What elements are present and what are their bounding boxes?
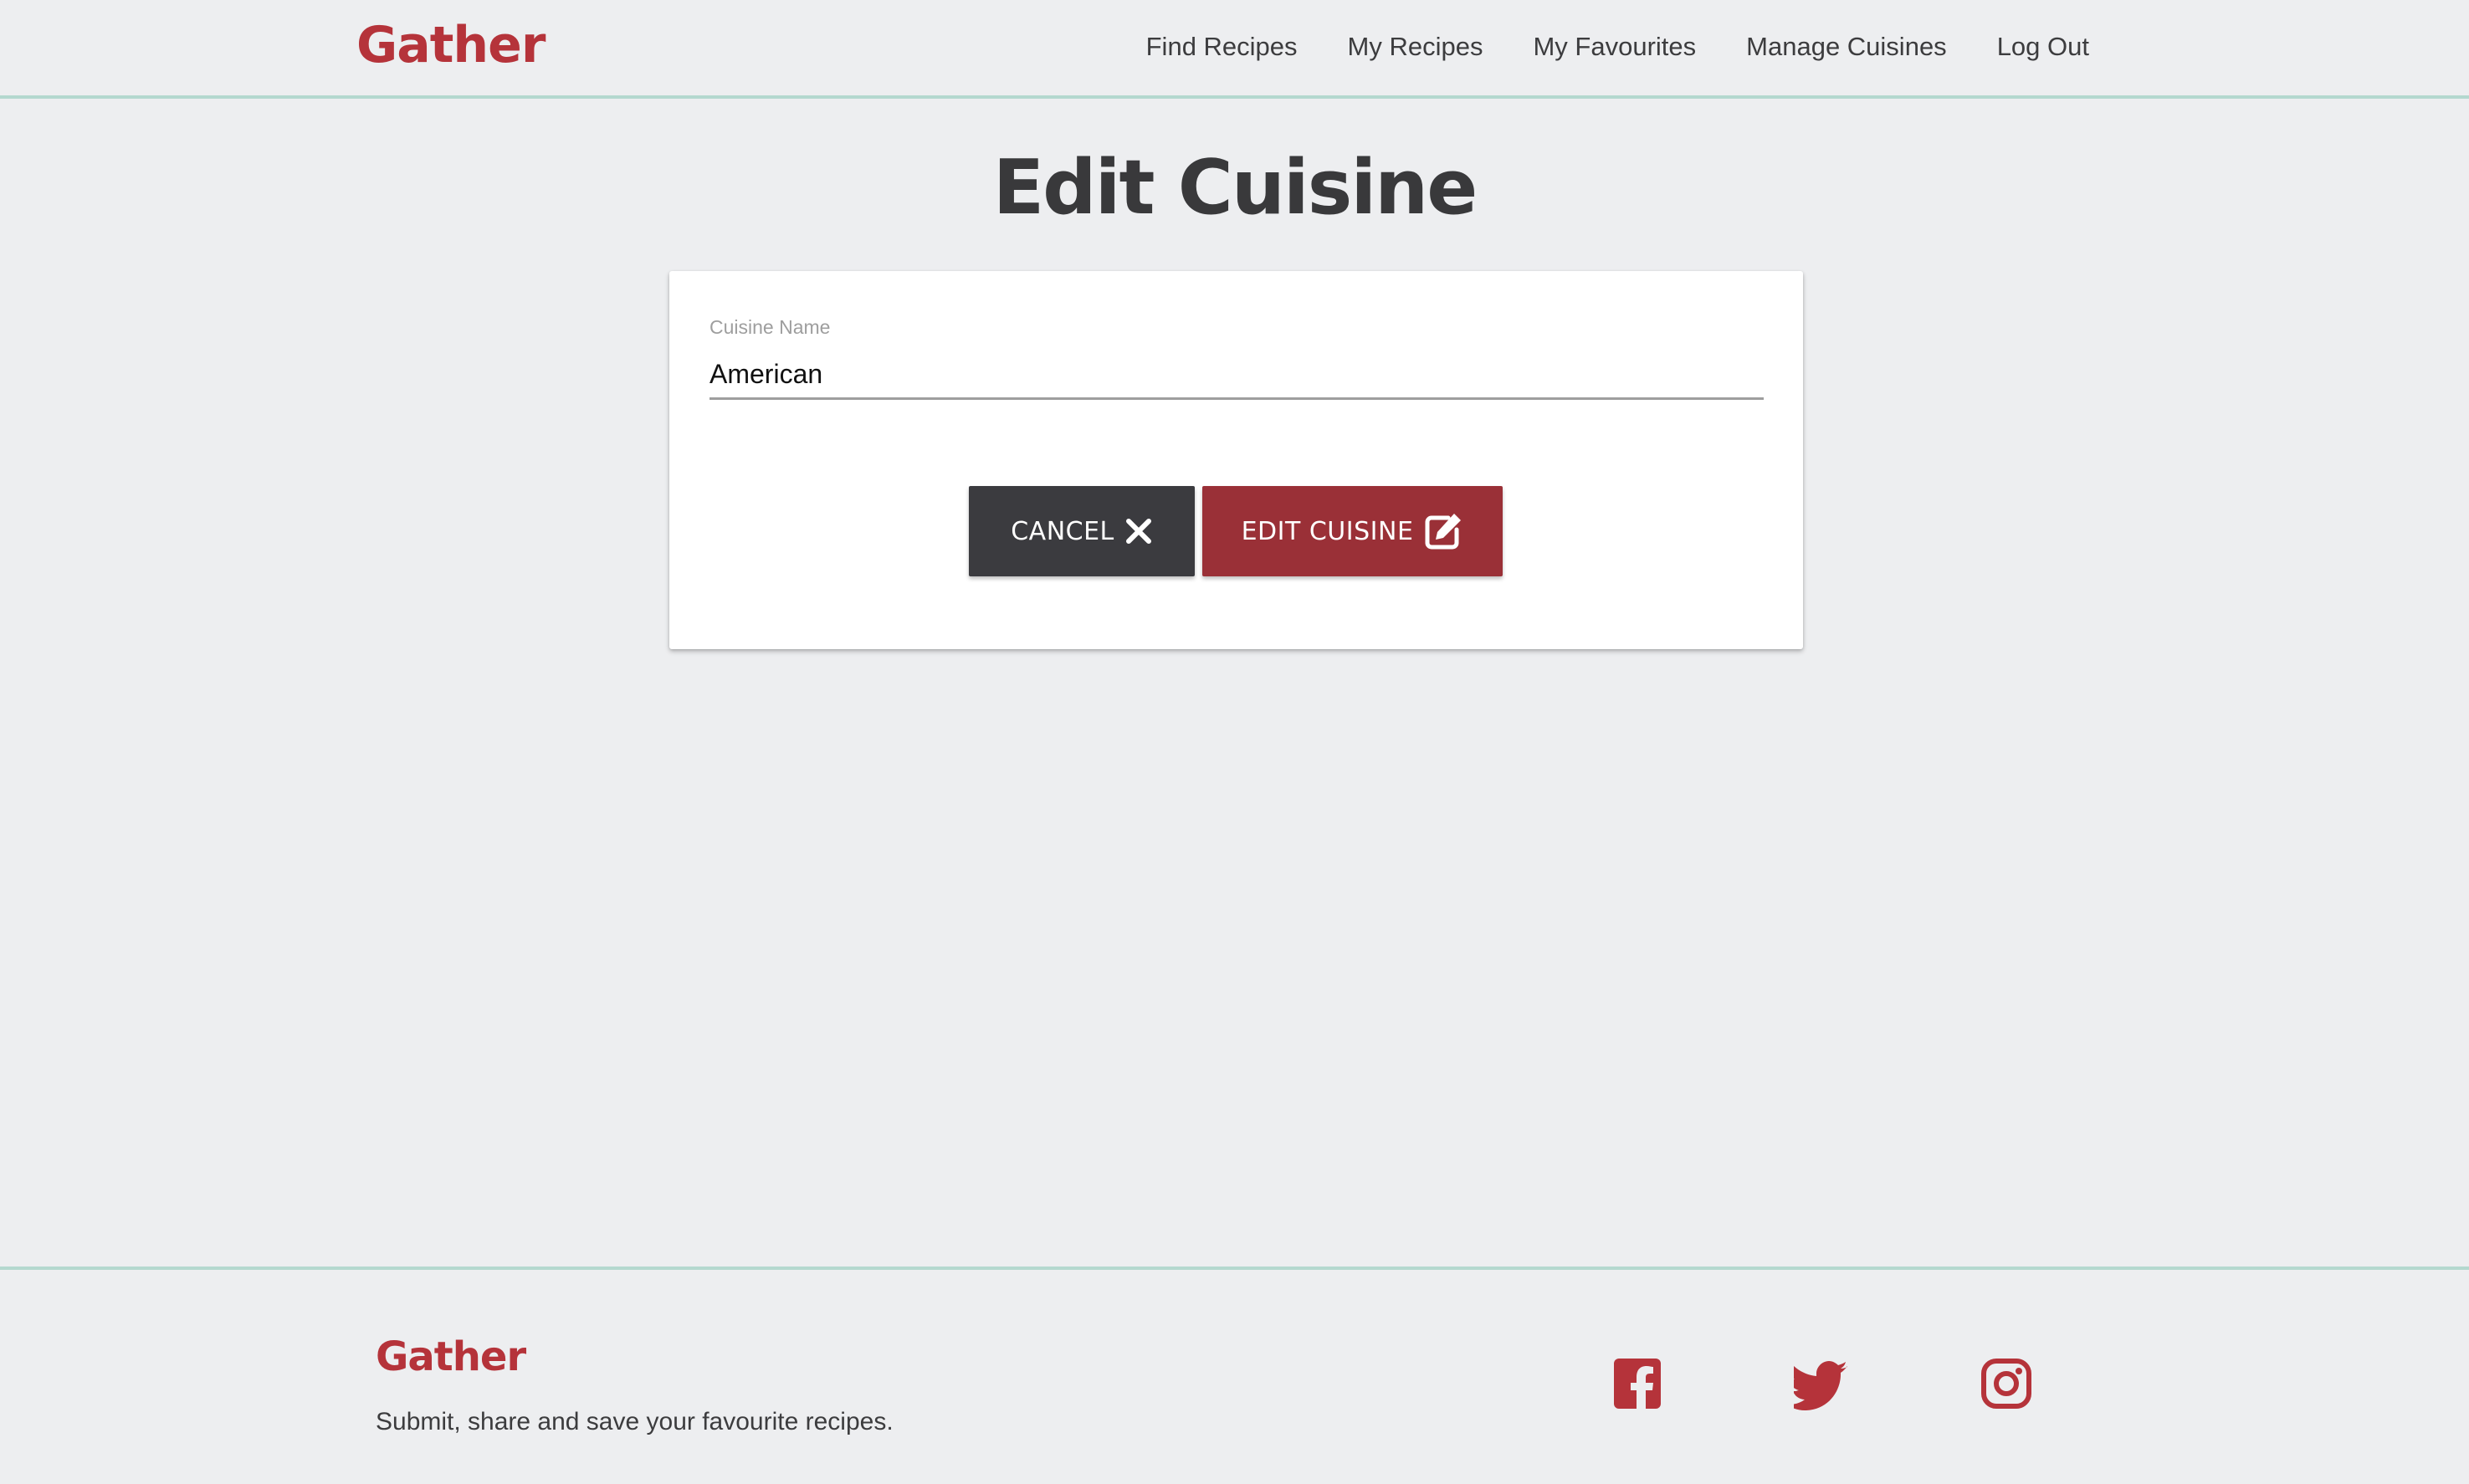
- nav-log-out[interactable]: Log Out: [1972, 23, 2089, 70]
- cancel-button[interactable]: CANCEL: [969, 486, 1195, 576]
- nav-my-favourites[interactable]: My Favourites: [1508, 23, 1721, 70]
- cuisine-name-label: Cuisine Name: [709, 316, 831, 338]
- edit-cuisine-form: Cuisine Name CANCEL EDIT CUISINE: [669, 271, 1803, 649]
- instagram-icon[interactable]: [1980, 1357, 2033, 1410]
- close-icon: [1124, 517, 1153, 545]
- page-title: Edit Cuisine: [992, 144, 1478, 232]
- nav-my-recipes[interactable]: My Recipes: [1323, 23, 1509, 70]
- nav-find-recipes[interactable]: Find Recipes: [1121, 23, 1323, 70]
- edit-icon: [1423, 511, 1463, 551]
- brand-logo[interactable]: Gather: [356, 12, 546, 79]
- facebook-icon[interactable]: [1612, 1357, 1666, 1410]
- edit-cuisine-button-label: EDIT CUISINE: [1241, 516, 1414, 546]
- nav-links: Find Recipes My Recipes My Favourites Ma…: [1121, 23, 2089, 70]
- edit-cuisine-button[interactable]: EDIT CUISINE: [1202, 486, 1503, 576]
- navbar: Gather Find Recipes My Recipes My Favour…: [0, 0, 2469, 99]
- nav-manage-cuisines[interactable]: Manage Cuisines: [1721, 23, 1972, 70]
- footer: Gather Submit, share and save your favou…: [0, 1267, 2469, 1484]
- footer-tagline: Submit, share and save your favourite re…: [376, 1408, 894, 1435]
- cancel-button-label: CANCEL: [1011, 516, 1114, 546]
- cuisine-name-input[interactable]: [709, 351, 1764, 400]
- page: Gather Find Recipes My Recipes My Favour…: [0, 0, 2469, 1484]
- twitter-icon[interactable]: [1785, 1357, 1849, 1410]
- footer-brand: Gather: [376, 1333, 526, 1380]
